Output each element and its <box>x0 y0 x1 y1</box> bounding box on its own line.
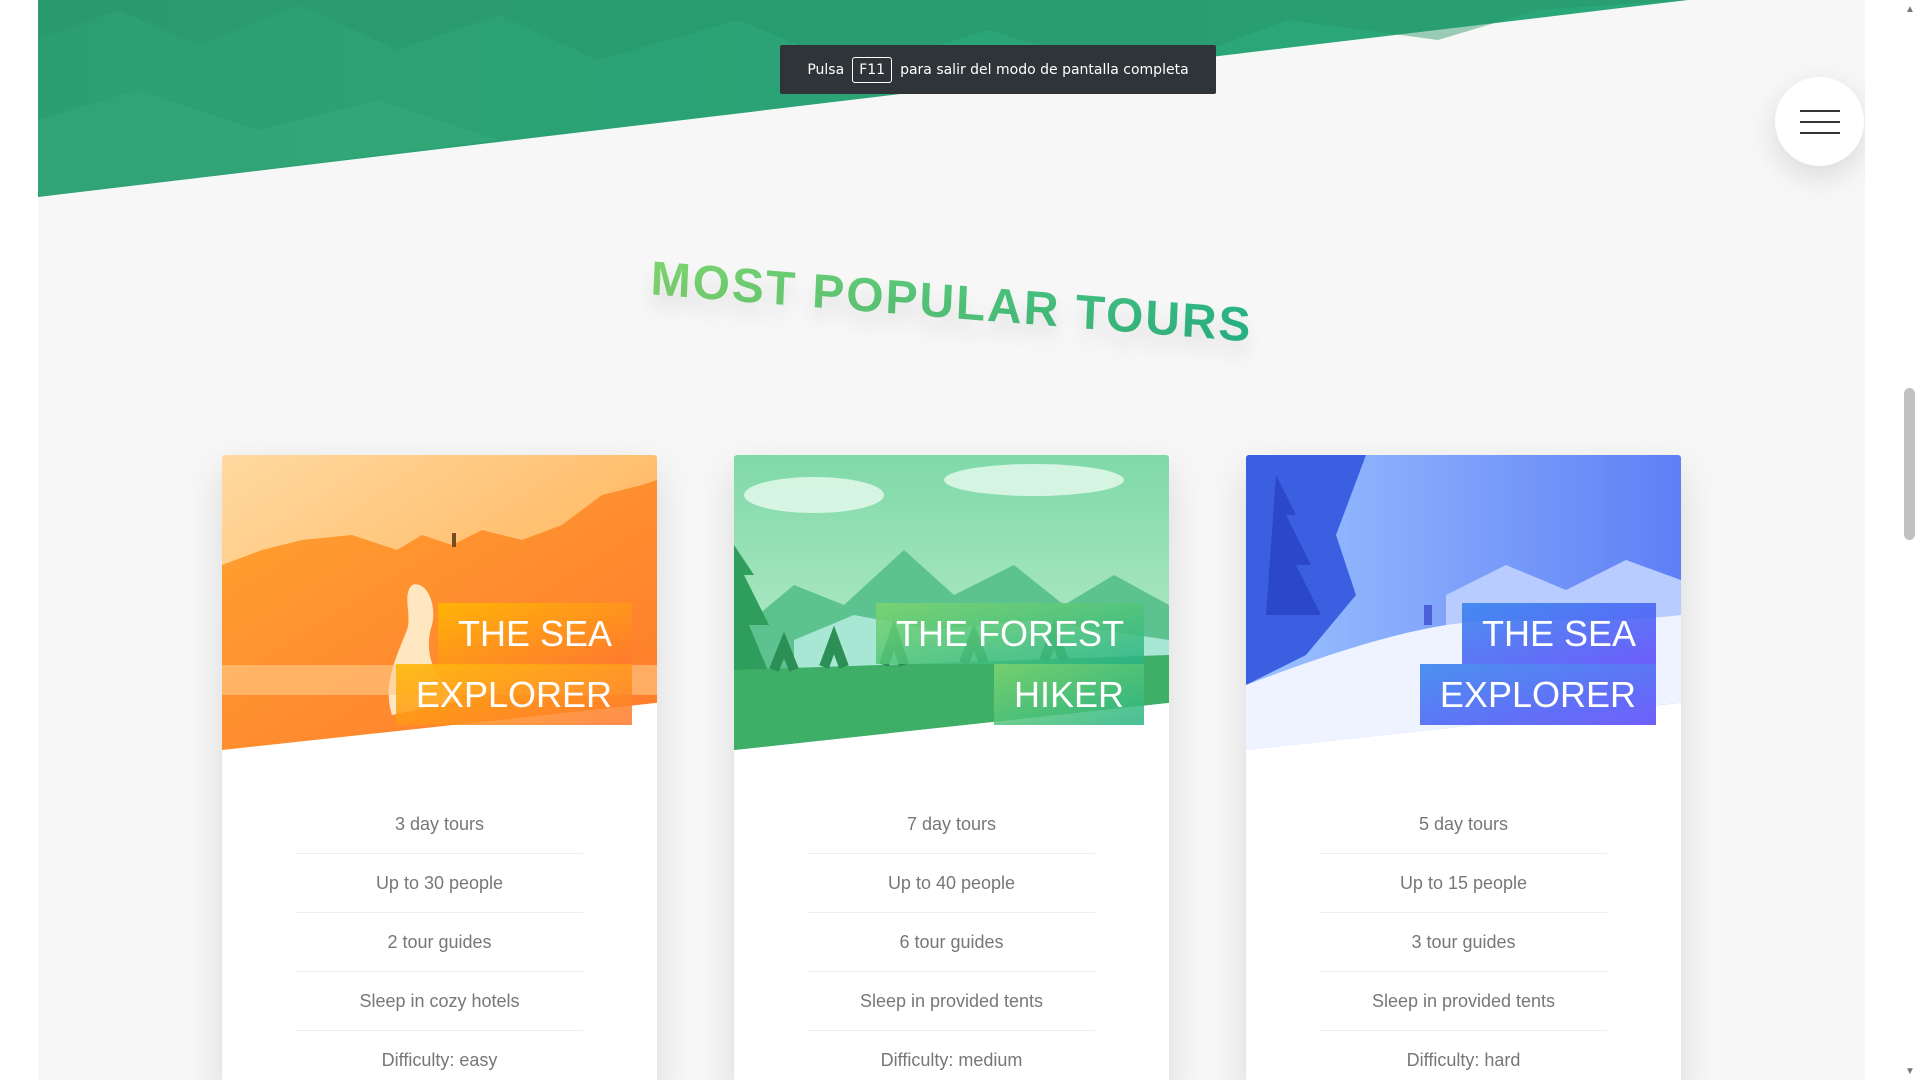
card-heading-line1: THE SEA <box>1461 603 1656 664</box>
section-heading-wrapper: MOST POPULAR TOURS <box>38 252 1865 352</box>
tour-card-forest-hiker[interactable]: THE FOREST HIKER 7 day tours Up to 40 pe… <box>734 455 1169 1080</box>
navigation-menu-button[interactable] <box>1775 77 1864 166</box>
card-heading-line1: THE SEA <box>437 603 632 664</box>
scroll-up-arrow-icon[interactable]: ▲ <box>1900 0 1920 18</box>
section-title: MOST POPULAR TOURS <box>649 252 1254 353</box>
hero-background <box>38 0 1865 200</box>
list-item: 7 day tours <box>808 795 1095 854</box>
list-item: Difficulty: easy <box>381 1050 498 1070</box>
scrollbar-thumb[interactable] <box>1904 388 1915 540</box>
card-heading-line1: THE FOREST <box>875 603 1144 664</box>
card-heading: THE SEA EXPLORER <box>332 603 632 725</box>
card-details-list: 5 day tours Up to 15 people 3 tour guide… <box>1320 795 1607 1080</box>
list-item: Up to 15 people <box>1320 854 1607 913</box>
fullscreen-hint-prefix: Pulsa <box>807 61 845 78</box>
list-item: Up to 30 people <box>296 854 583 913</box>
card-details-list: 7 day tours Up to 40 people 6 tour guide… <box>808 795 1095 1080</box>
tour-card-sea-explorer-2[interactable]: THE SEA EXPLORER 5 day tours Up to 15 pe… <box>1246 455 1681 1080</box>
card-heading: THE SEA EXPLORER <box>1356 603 1656 725</box>
card-heading-line2: HIKER <box>993 664 1144 725</box>
card-heading-line2: EXPLORER <box>395 664 632 725</box>
list-item: Difficulty: medium <box>880 1050 1023 1070</box>
list-item: 3 day tours <box>296 795 583 854</box>
list-item: Sleep in provided tents <box>1320 972 1607 1031</box>
card-heading: THE FOREST HIKER <box>844 603 1144 725</box>
card-details-list: 3 day tours Up to 30 people 2 tour guide… <box>296 795 583 1080</box>
list-item: 2 tour guides <box>296 913 583 972</box>
card-heading-line2: EXPLORER <box>1419 664 1656 725</box>
f11-key-badge: F11 <box>852 56 893 83</box>
list-item: Sleep in cozy hotels <box>296 972 583 1031</box>
scroll-down-arrow-icon[interactable]: ▼ <box>1900 1062 1920 1080</box>
hamburger-menu-icon <box>1799 109 1840 134</box>
fullscreen-exit-hint: Pulsa F11 para salir del modo de pantall… <box>780 45 1216 94</box>
list-item: 6 tour guides <box>808 913 1095 972</box>
tour-card-sea-explorer-1[interactable]: THE SEA EXPLORER 3 day tours Up to 30 pe… <box>222 455 657 1080</box>
page-content: Pulsa F11 para salir del modo de pantall… <box>38 0 1865 1080</box>
list-item: Sleep in provided tents <box>808 972 1095 1031</box>
list-item: Up to 40 people <box>808 854 1095 913</box>
list-item: 3 tour guides <box>1320 913 1607 972</box>
fullscreen-hint-suffix: para salir del modo de pantalla completa <box>900 61 1189 78</box>
list-item: Difficulty: hard <box>1406 1050 1521 1070</box>
vertical-scrollbar[interactable]: ▲ ▼ <box>1900 0 1920 1080</box>
browser-viewport: Pulsa F11 para salir del modo de pantall… <box>0 0 1920 1080</box>
list-item: 5 day tours <box>1320 795 1607 854</box>
